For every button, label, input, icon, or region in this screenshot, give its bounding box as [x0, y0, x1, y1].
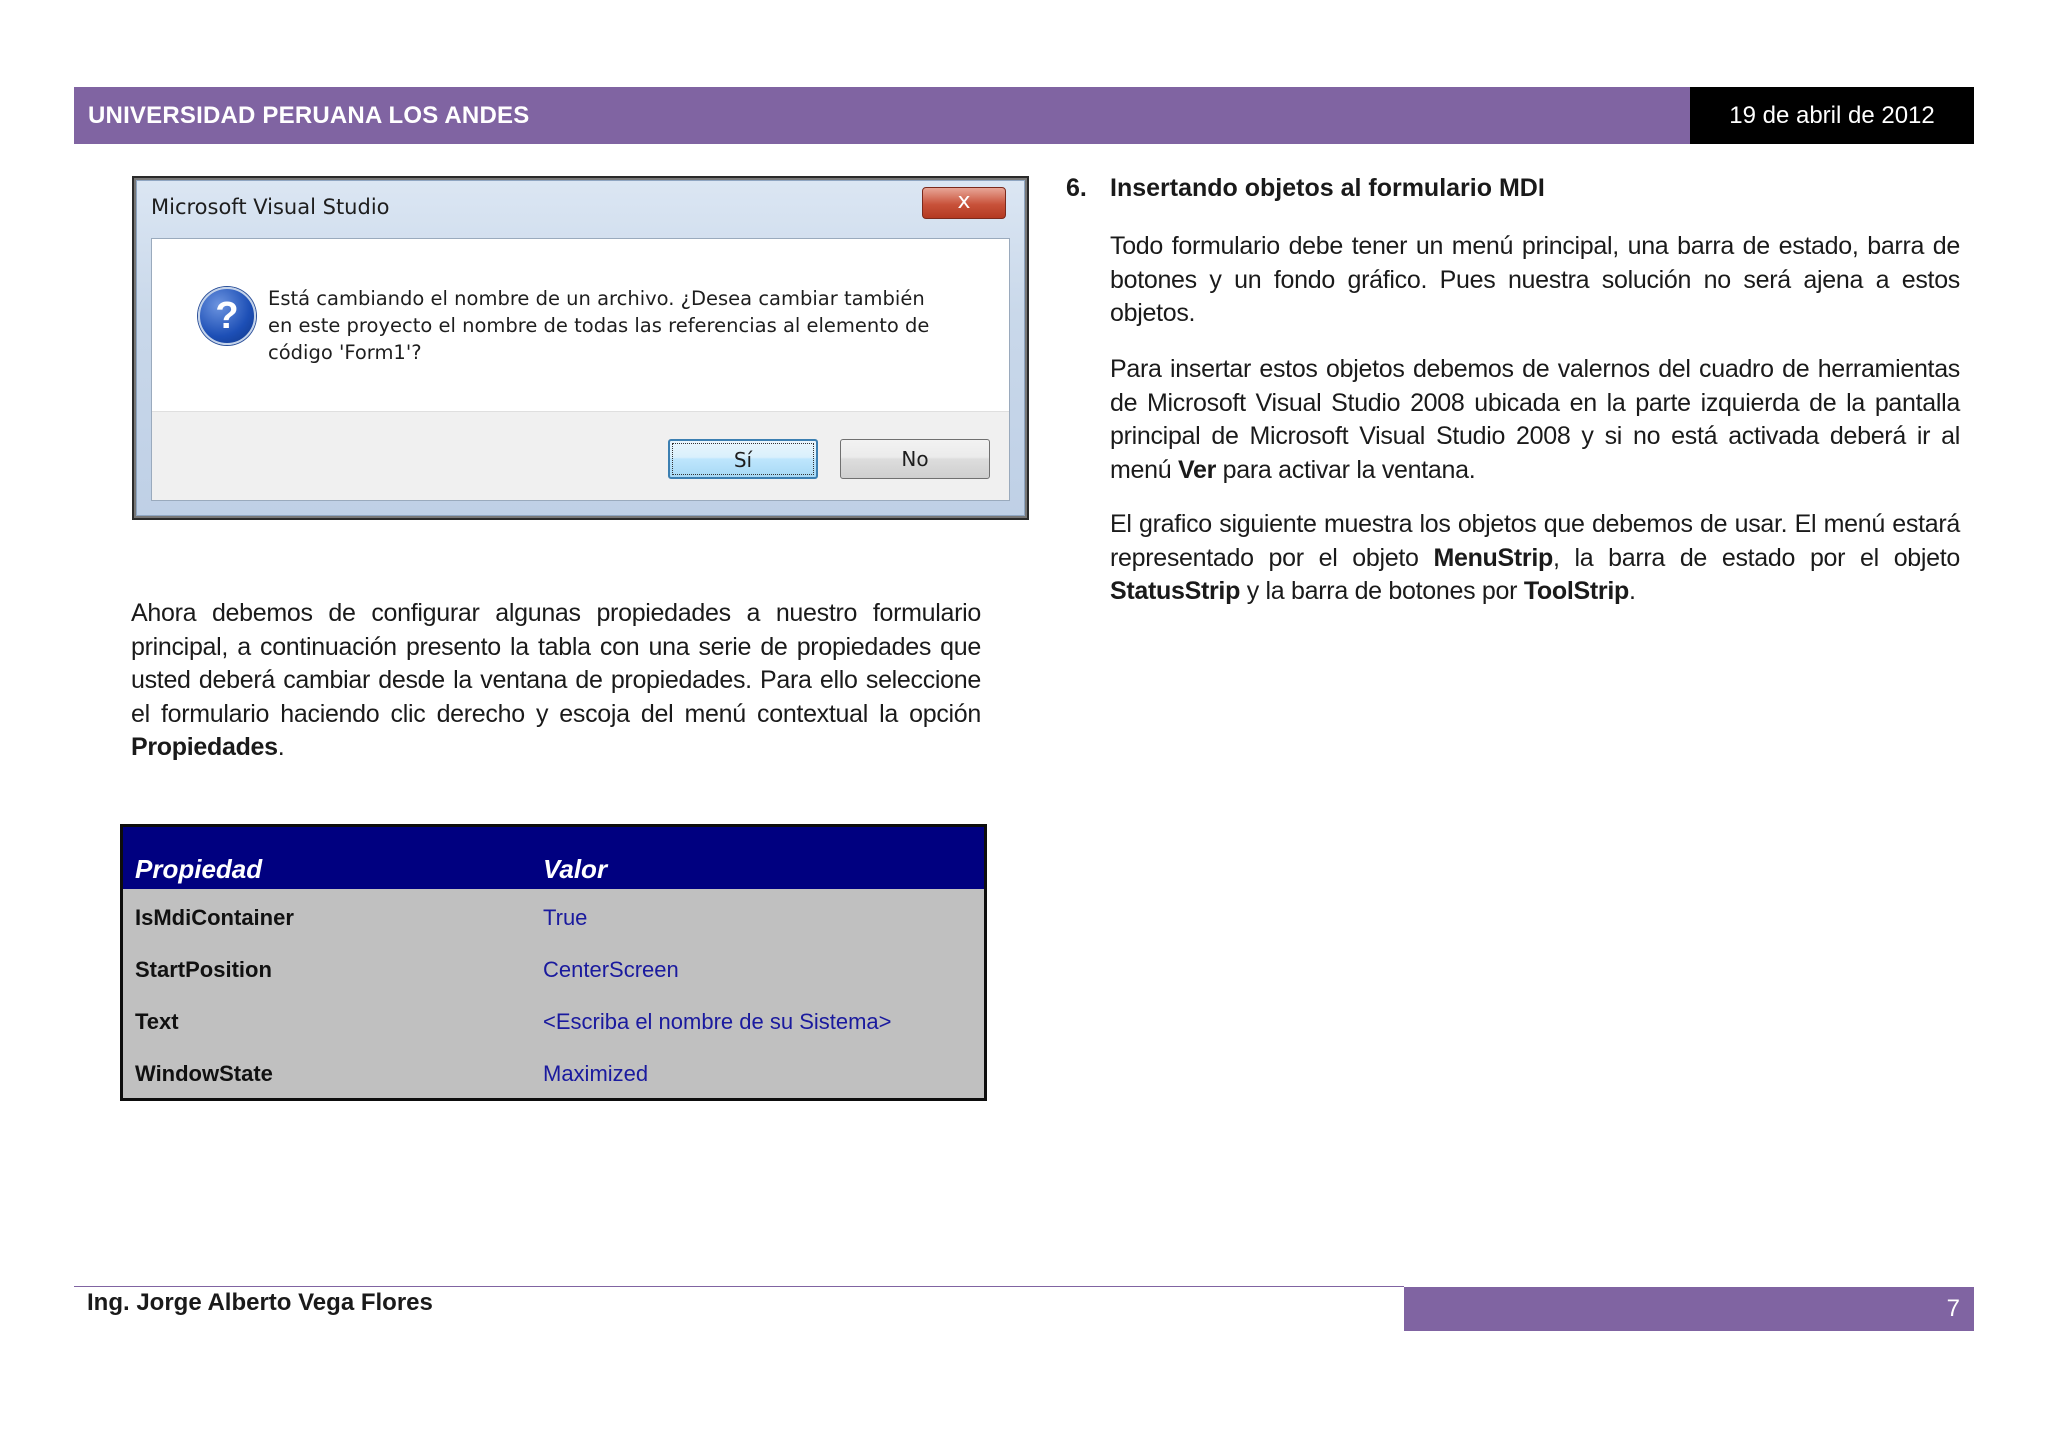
page-number: 7: [1946, 1295, 1960, 1322]
header-valor: Valor: [543, 854, 608, 884]
p2-text-b: para activar la ventana.: [1216, 455, 1476, 484]
question-icon: ?: [198, 287, 256, 345]
section-heading: 6. Insertando objetos al formulario MDI: [1066, 174, 1545, 203]
footer-band: 7: [1404, 1287, 1974, 1331]
section-paragraph-2: Para insertar estos objetos debemos de v…: [1110, 353, 1960, 487]
institution-name: UNIVERSIDAD PERUANA LOS ANDES: [88, 102, 530, 129]
property-name: IsMdiContainer: [135, 905, 294, 930]
p3-text-c: y la barra de botones por: [1240, 577, 1524, 605]
dialog-message: Está cambiando el nombre de un archivo. …: [268, 287, 930, 364]
property-name: WindowState: [135, 1061, 273, 1086]
property-value: CenterScreen: [543, 957, 679, 982]
no-button[interactable]: No: [840, 439, 990, 479]
property-value: Maximized: [543, 1061, 649, 1086]
section-title: Insertando objetos al formulario MDI: [1110, 174, 1545, 202]
p3-text-b: , la barra de estado por el objeto: [1552, 543, 1961, 572]
left-paragraph-text: Ahora debemos de configurar algunas prop…: [131, 599, 981, 728]
dialog-body: ? Está cambiando el nombre de un archivo…: [151, 238, 1010, 501]
dialog-screenshot: Microsoft Visual Studio x ? Está cambian…: [132, 176, 1029, 520]
yes-button[interactable]: Sí: [668, 439, 818, 479]
page-header: UNIVERSIDAD PERUANA LOS ANDES 19 de abri…: [74, 87, 1974, 144]
table-row: Text <Escriba el nombre de su Sistema>: [123, 993, 984, 1045]
section-number: 6.: [1066, 174, 1087, 202]
table-row: WindowState Maximized: [123, 1045, 984, 1097]
left-paragraph-end: .: [277, 733, 285, 761]
footer-divider: [74, 1286, 1404, 1287]
property-name: StartPosition: [135, 957, 272, 982]
table-row: StartPosition CenterScreen: [123, 941, 984, 993]
close-icon[interactable]: x: [922, 187, 1006, 219]
dialog-title: Microsoft Visual Studio: [151, 195, 390, 219]
header-propiedad: Propiedad: [135, 854, 263, 884]
p3-text-d: .: [1628, 577, 1636, 605]
p3-bold-toolstrip: ToolStrip: [1523, 577, 1629, 605]
header-date: 19 de abril de 2012: [1690, 87, 1974, 144]
p3-bold-menustrip: MenuStrip: [1433, 543, 1553, 572]
footer-author: Ing. Jorge Alberto Vega Flores: [87, 1289, 433, 1316]
property-name: Text: [135, 1009, 179, 1034]
table-row: IsMdiContainer True: [123, 889, 984, 941]
property-value: True: [543, 905, 588, 930]
p2-bold: Ver: [1177, 455, 1217, 484]
p3-bold-statusstrip: StatusStrip: [1110, 577, 1241, 605]
section-paragraph-1: Todo formulario debe tener un menú princ…: [1110, 232, 1960, 327]
table-header: Propiedad Valor: [123, 827, 984, 889]
left-paragraph: Ahora debemos de configurar algunas prop…: [131, 597, 981, 765]
dialog-window: Microsoft Visual Studio x ? Está cambian…: [136, 180, 1025, 516]
properties-table: Propiedad Valor IsMdiContainer True Star…: [120, 824, 987, 1101]
property-value: <Escriba el nombre de su Sistema>: [543, 1009, 892, 1034]
left-paragraph-bold: Propiedades: [131, 733, 278, 761]
section-paragraph-3: El grafico siguiente muestra los objetos…: [1110, 508, 1960, 609]
